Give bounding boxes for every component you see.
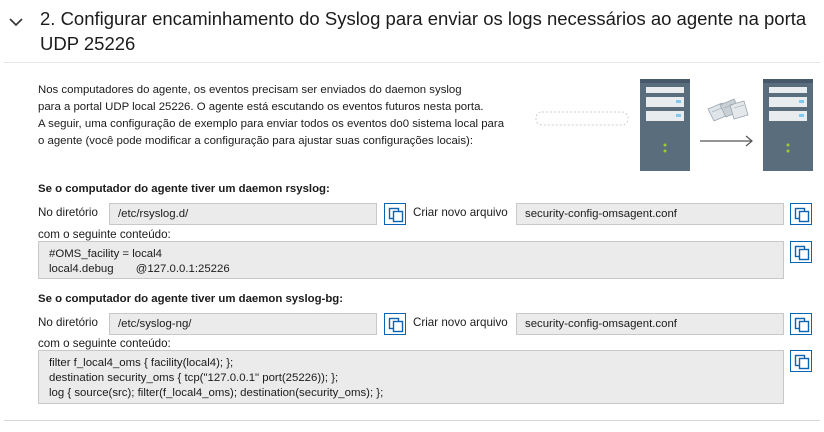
copy-icon [388,317,404,333]
syslogng-file-label: Criar novo arquivo [413,316,508,329]
rsyslog-dir-label: No diretório [38,206,98,219]
syslogng-content-label: com o seguinte conteúdo: [38,337,171,350]
syslogng-file-field[interactable]: security-config-omsagent.conf [516,313,784,335]
copy-dir-button[interactable] [384,313,406,335]
intro-line: o agente (você pode modificar a configur… [38,135,473,147]
syslogng-dir-field[interactable]: /etc/syslog-ng/ [109,313,377,335]
arrow-right-icon [700,135,753,147]
copy-content-button[interactable] [790,350,812,372]
rsyslog-content-label: com o seguinte conteúdo: [38,228,171,241]
syslogng-heading: Se o computador do agente tiver um daemo… [38,293,344,305]
syslogng-content-box[interactable]: filter f_local4_oms { facility(local4); … [38,350,784,404]
chevron-down-icon[interactable] [8,14,24,30]
copy-icon [794,317,810,333]
server-icon [640,79,690,171]
copy-icon [794,245,810,261]
section-title: 2. Configurar encaminhamento do Syslog p… [40,8,807,54]
server-icon [763,79,813,171]
section-header[interactable]: 2. Configurar encaminhamento do Syslog p… [0,0,824,60]
copy-icon [794,207,810,223]
rsyslog-heading: Se o computador do agente tiver um daemo… [38,183,330,195]
copy-icon [794,354,810,370]
dashed-connector [535,111,629,126]
rsyslog-file-label: Criar novo arquivo [413,206,508,219]
intro-line: para a portal UDP local 25226. O agente … [38,101,484,113]
syslogng-dir-label: No diretório [38,316,98,329]
rsyslog-dir-field[interactable]: /etc/rsyslog.d/ [109,203,377,225]
copy-dir-button[interactable] [384,203,406,225]
documents-icon [707,98,749,122]
rsyslog-content-box[interactable]: #OMS_facility = local4 local4.debug @127… [38,241,784,279]
copy-icon [388,207,404,223]
copy-file-button[interactable] [790,203,812,225]
intro-line: Nos computadores do agente, os eventos p… [38,84,462,96]
rsyslog-file-field[interactable]: security-config-omsagent.conf [516,203,784,225]
intro-text: Nos computadores do agente, os eventos p… [38,82,518,150]
syslog-forwarding-illustration [535,79,813,171]
intro-line: A seguir, uma configuração de exemplo pa… [38,118,505,130]
copy-file-button[interactable] [790,313,812,335]
copy-content-button[interactable] [790,241,812,263]
